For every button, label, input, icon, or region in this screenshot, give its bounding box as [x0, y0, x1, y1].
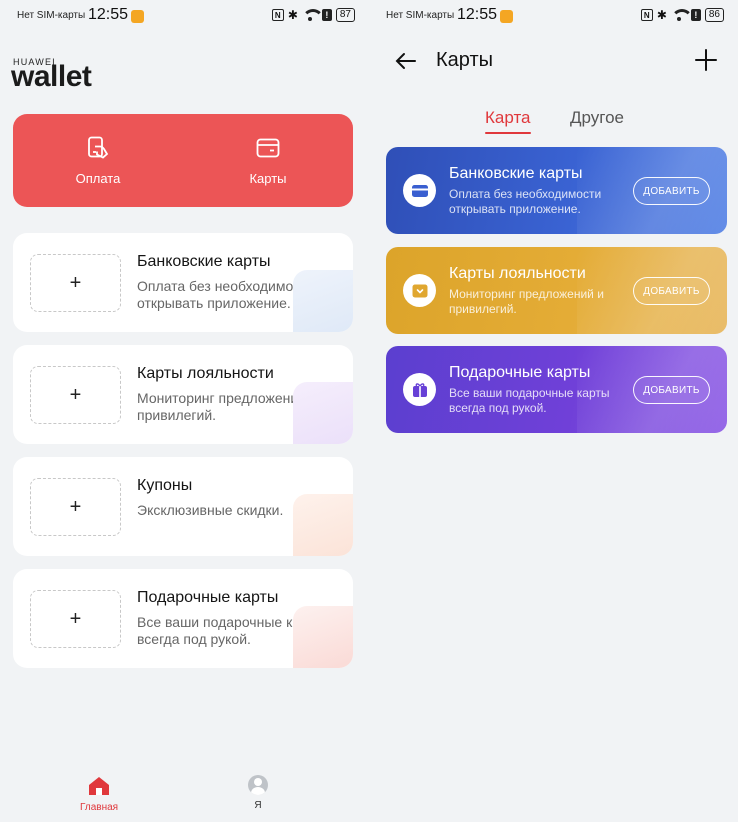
page-title: Карты [436, 49, 493, 71]
wallet-card-icon [256, 138, 280, 158]
coupons-item[interactable]: + Купоны Эксклюзивные скидки. [13, 457, 353, 556]
wifi-icon [670, 9, 693, 21]
add-card-placeholder[interactable]: + [30, 478, 121, 536]
card-category-list: + Банковские карты Оплата без необходимо… [13, 233, 353, 681]
payment-label: Оплата [75, 171, 121, 186]
carrier-label: Нет SIM-карты [386, 10, 455, 21]
loyalty-cards-promo[interactable]: Карты лояльности Мониторинг предложений … [386, 247, 727, 334]
battery-indicator: 86 [704, 8, 724, 22]
item-title: Банковские карты [137, 253, 271, 270]
add-card-placeholder[interactable]: + [30, 254, 121, 312]
app-logo: wallet [11, 60, 92, 93]
loyalty-cards-item[interactable]: + Карты лояльности Мониторинг предложени… [13, 345, 353, 444]
gift-card-decoration [293, 606, 353, 668]
nfc-icon: N [640, 9, 653, 21]
status-bar: Нет SIM-карты 12:55 N ✱ ! 87 [0, 0, 369, 32]
item-title: Купоны [137, 477, 193, 494]
add-loyalty-card-button[interactable]: ДОБАВИТЬ [633, 277, 710, 305]
app-bar: Карты [369, 44, 738, 78]
status-icons: N ✱ ! 86 [640, 8, 724, 22]
bank-card-decoration [293, 270, 353, 332]
bluetooth-icon: ✱ [656, 8, 667, 22]
promo-title: Карты лояльности [449, 265, 586, 282]
wallet-home-screen: Нет SIM-карты 12:55 N ✱ ! 87 HUAWEI wall… [0, 0, 369, 822]
promo-title: Подарочные карты [449, 364, 591, 381]
nav-home[interactable]: Главная [80, 775, 118, 813]
promo-title: Банковские карты [449, 165, 583, 182]
tab-bar: Карта Другое [369, 108, 738, 138]
coupon-percent-decoration [293, 494, 353, 556]
bank-cards-promo[interactable]: Банковские карты Оплата без необходимост… [386, 147, 727, 234]
promo-subtitle: Оплата без необходимости открывать прило… [449, 187, 602, 216]
cards-screen: Нет SIM-карты 12:55 N ✱ ! 86 Карты Карта… [369, 0, 738, 822]
gift-cards-promo[interactable]: Подарочные карты Все ваши подарочные кар… [386, 346, 727, 433]
nav-profile[interactable]: Я [248, 775, 268, 811]
item-title: Подарочные карты [137, 589, 279, 606]
wifi-icon [301, 9, 324, 21]
clock: 12:55 [88, 6, 129, 23]
promo-subtitle: Мониторинг предложений и привилегий. [449, 287, 604, 316]
bluetooth-icon: ✱ [287, 8, 298, 22]
cards-label: Карты [249, 171, 287, 186]
add-bank-card-button[interactable]: ДОБАВИТЬ [633, 177, 710, 205]
add-card-placeholder[interactable]: + [30, 590, 121, 648]
loyalty-card-decoration [293, 382, 353, 444]
nfc-icon: N [271, 9, 284, 21]
bank-cards-item[interactable]: + Банковские карты Оплата без необходимо… [13, 233, 353, 332]
promo-subtitle: Все ваши подарочные карты всегда под рук… [449, 386, 610, 415]
add-gift-card-button[interactable]: ДОБАВИТЬ [633, 376, 710, 404]
gift-icon [403, 373, 436, 406]
add-card-placeholder[interactable]: + [30, 366, 121, 424]
gift-cards-item[interactable]: + Подарочные карты Все ваши подарочные к… [13, 569, 353, 668]
nav-profile-label: Я [254, 800, 262, 811]
avatar-icon [248, 775, 268, 795]
loyalty-card-icon [403, 274, 436, 307]
tab-other[interactable]: Другое [570, 108, 624, 128]
notification-icon [500, 10, 513, 23]
payment-icon [88, 136, 109, 159]
battery-indicator: 87 [335, 8, 355, 22]
add-icon[interactable] [694, 48, 718, 72]
bottom-navigation: Главная Я [0, 775, 369, 822]
carrier-label: Нет SIM-карты [17, 10, 86, 21]
bank-card-icon [403, 174, 436, 207]
payment-button[interactable]: Оплата [13, 114, 183, 207]
nav-home-label: Главная [80, 802, 119, 813]
cards-button[interactable]: Карты [183, 114, 353, 207]
tab-card[interactable]: Карта [485, 108, 531, 134]
quick-actions-panel: Оплата Карты [13, 114, 353, 207]
status-bar: Нет SIM-карты 12:55 N ✱ ! 86 [369, 0, 738, 32]
clock: 12:55 [457, 6, 498, 23]
item-title: Карты лояльности [137, 365, 274, 382]
home-icon [89, 777, 110, 795]
status-icons: N ✱ ! 87 [271, 8, 355, 22]
back-arrow-icon[interactable] [394, 49, 418, 73]
notification-icon [131, 10, 144, 23]
